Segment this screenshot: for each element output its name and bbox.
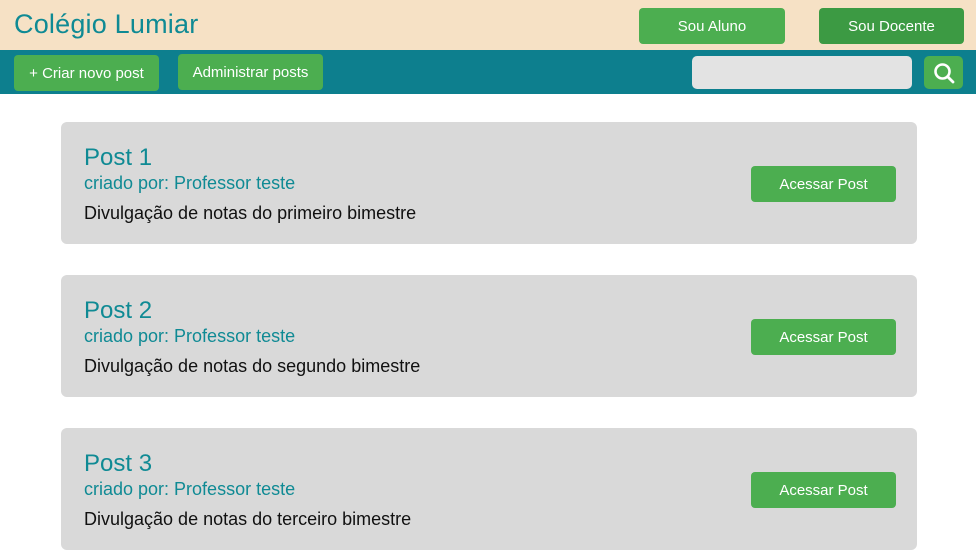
sou-aluno-button[interactable]: Sou Aluno: [639, 8, 785, 44]
post-author: criado por: Professor teste: [84, 173, 296, 193]
post-card: Post 3 criado por: Professor teste Divul…: [61, 428, 917, 550]
post-card: Post 1 criado por: Professor teste Divul…: [61, 122, 917, 244]
top-header: Colégio Lumiar Sou Aluno Sou Docente: [0, 0, 976, 50]
access-post-button[interactable]: Acessar Post: [751, 472, 896, 508]
admin-posts-button[interactable]: Administrar posts: [178, 54, 323, 90]
post-description: Divulgação de notas do primeiro bimestre: [84, 203, 417, 223]
post-card: Post 2 criado por: Professor teste Divul…: [61, 275, 917, 397]
post-description: Divulgação de notas do terceiro bimestre: [84, 509, 412, 529]
search-button[interactable]: [924, 56, 963, 89]
post-title: Post 3: [84, 450, 153, 477]
post-description: Divulgação de notas do segundo bimestre: [84, 356, 421, 376]
post-author: criado por: Professor teste: [84, 479, 296, 499]
sou-docente-button[interactable]: Sou Docente: [819, 8, 964, 44]
post-author: criado por: Professor teste: [84, 326, 296, 346]
post-title: Post 1: [84, 144, 153, 171]
brand-logo[interactable]: Colégio Lumiar: [14, 9, 198, 40]
create-post-button[interactable]: + Criar novo post: [14, 55, 159, 91]
search-icon: [933, 62, 954, 83]
search-input[interactable]: [692, 56, 912, 89]
access-post-button[interactable]: Acessar Post: [751, 319, 896, 355]
access-post-button[interactable]: Acessar Post: [751, 166, 896, 202]
post-title: Post 2: [84, 297, 153, 324]
